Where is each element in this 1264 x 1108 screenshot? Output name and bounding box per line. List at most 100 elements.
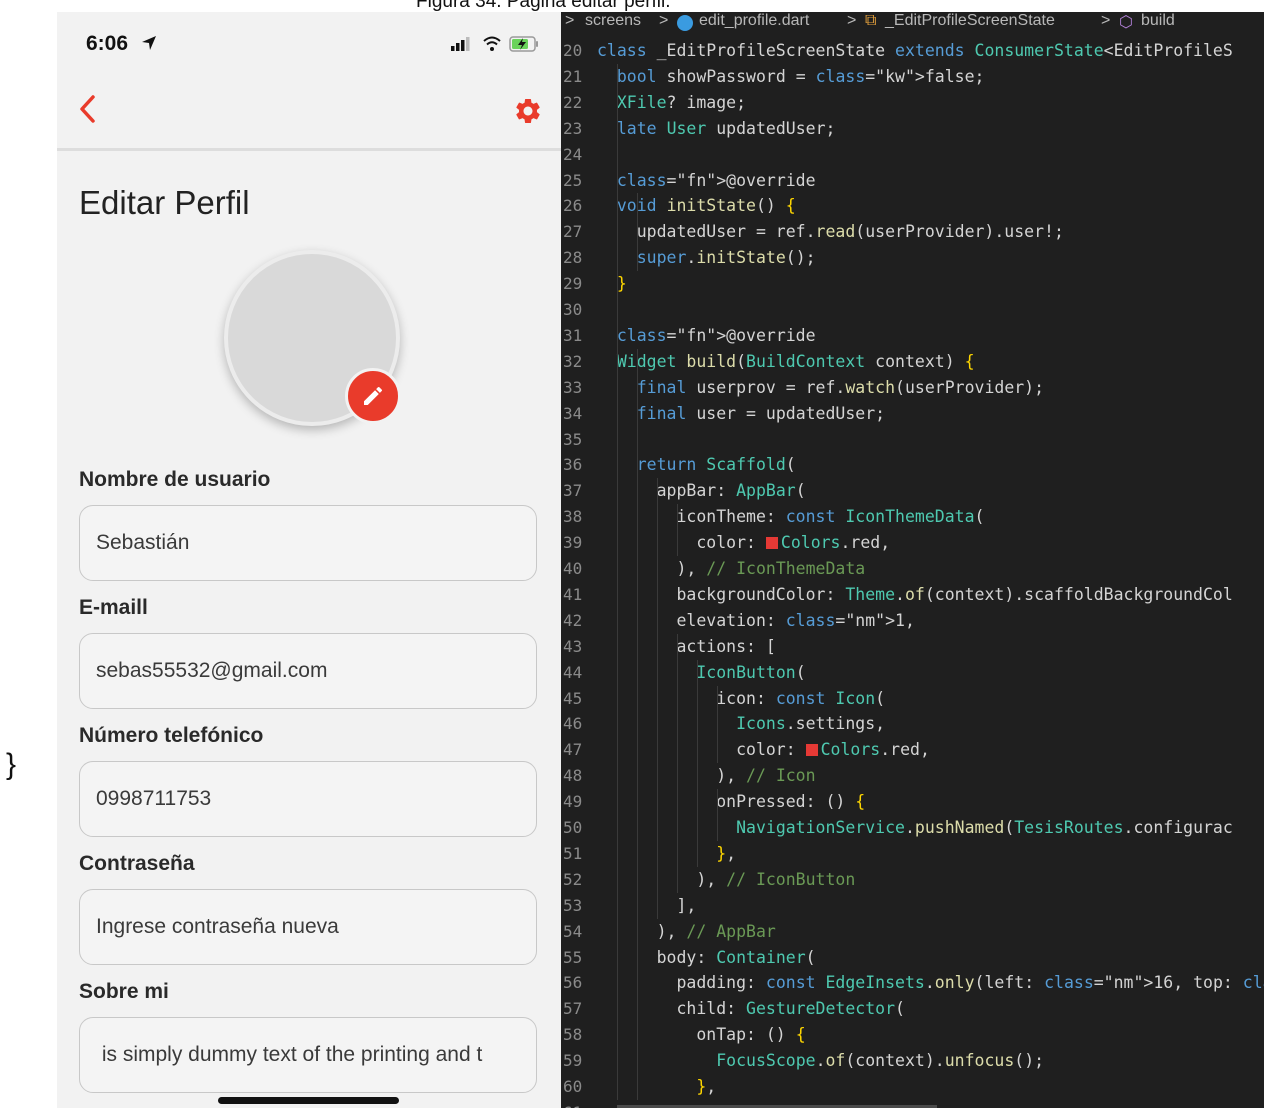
line-number: 26 [563, 196, 583, 216]
status-time: 6:06 [86, 32, 129, 55]
line-number: 40 [563, 559, 583, 578]
code-line[interactable]: class="fn">@override [597, 168, 816, 194]
indent-guide [637, 193, 638, 272]
code-line[interactable]: icon: const Icon( [597, 686, 885, 712]
code-line[interactable]: return Scaffold( [597, 452, 796, 478]
code-line[interactable]: appBar: AppBar( [597, 478, 806, 504]
line-number: 58 [563, 1025, 583, 1045]
line-number: 24 [563, 144, 583, 164]
password-field[interactable]: Ingrese contraseña nueva [79, 889, 537, 965]
line-number: 49 [563, 792, 583, 812]
method-icon: ⬡ [1119, 14, 1133, 31]
line-number: 23 [563, 118, 583, 138]
class-icon: ⧉ [865, 12, 877, 29]
code-line[interactable]: bool showPassword = class="kw">false; [597, 64, 985, 90]
code-line[interactable]: ), // AppBar [597, 919, 776, 945]
code-line[interactable]: super.initState(); [597, 245, 816, 271]
breadcrumb-item[interactable]: edit_profile.dart [699, 12, 809, 30]
code-line[interactable]: void initState() { [597, 193, 796, 219]
line-number: 20 [563, 41, 583, 60]
line-number: 45 [563, 688, 583, 708]
code-line[interactable]: body: Container( [597, 945, 816, 971]
breadcrumb-separator: > [1101, 12, 1111, 29]
line-number: 30 [563, 300, 583, 319]
home-indicator[interactable] [218, 1097, 399, 1104]
breadcrumb-item[interactable]: screens [585, 12, 641, 30]
username-value: Sebastián [96, 531, 190, 554]
line-number: 51 [563, 843, 583, 863]
phone-number-value: 0998711753 [96, 787, 212, 810]
password-placeholder: Ingrese contraseña nueva [96, 915, 339, 938]
code-line[interactable]: color: Colors.red, [597, 737, 930, 763]
line-number: 25 [563, 170, 583, 190]
email-field[interactable]: sebas55532@gmail.com [79, 633, 537, 709]
line-number: 37 [563, 481, 583, 501]
code-line[interactable]: color: Colors.red, [597, 530, 890, 556]
code-line[interactable]: }, [597, 1074, 716, 1100]
code-line[interactable]: final userprov = ref.watch(userProvider)… [597, 375, 1044, 401]
status-bar: 6:06 [57, 12, 561, 74]
code-line[interactable]: late User updatedUser; [597, 116, 836, 142]
code-line[interactable]: child: GestureDetector( [597, 996, 905, 1022]
line-number: 32 [563, 351, 583, 371]
avatar-edit-button[interactable] [345, 368, 401, 424]
phone-number-field[interactable]: 0998711753 [79, 761, 537, 837]
indent-guide [717, 789, 718, 841]
code-line[interactable]: ], [597, 893, 696, 919]
closing-brace: } [6, 748, 17, 781]
username-field[interactable]: Sebastián [79, 505, 537, 581]
code-line[interactable]: Widget build(BuildContext context) { [597, 349, 975, 375]
code-line[interactable]: ), // Icon [597, 763, 815, 789]
breadcrumb-item[interactable]: _EditProfileScreenState [885, 12, 1055, 30]
line-number: 52 [563, 869, 583, 889]
code-line[interactable]: updatedUser = ref.read(userProvider).use… [597, 219, 1064, 245]
code-line[interactable]: IconButton( [597, 660, 805, 686]
code-line[interactable]: NavigationService.pushNamed(TesisRoutes.… [597, 815, 1233, 841]
wifi-icon [483, 36, 501, 51]
breadcrumb-separator: > [659, 12, 669, 29]
line-number: 50 [563, 818, 583, 837]
code-line[interactable]: Icons.settings, [597, 711, 885, 737]
line-number: 43 [563, 636, 583, 656]
code-line[interactable]: class _EditProfileScreenState extends Co… [597, 38, 1233, 64]
code-line[interactable]: FocusScope.of(context).unfocus(); [597, 1048, 1044, 1074]
line-number: 28 [563, 248, 583, 268]
indent-guide [657, 478, 658, 919]
location-arrow-icon [142, 36, 156, 50]
code-line[interactable]: padding: const EdgeInsets.only(left: cla… [597, 970, 1264, 996]
code-line[interactable]: final user = updatedUser; [597, 401, 885, 427]
indent-guide [677, 633, 678, 893]
password-label: Contraseña [79, 852, 195, 875]
chevron-left-icon[interactable] [75, 91, 101, 127]
line-number: 54 [563, 921, 583, 941]
about-field[interactable]: is simply dummy text of the printing and… [79, 1017, 537, 1093]
line-number: 60 [563, 1077, 583, 1096]
code-line[interactable]: elevation: class="nm">1, [597, 608, 914, 634]
email-label: E-maill [79, 596, 148, 619]
code-line[interactable]: ), // IconButton [597, 867, 855, 893]
code-line[interactable]: XFile? image; [597, 90, 746, 116]
phone-label: Número telefónico [79, 724, 264, 747]
line-number: 59 [563, 1051, 583, 1071]
line-number: 39 [563, 533, 583, 553]
gear-icon[interactable] [513, 96, 543, 126]
dart-file-icon [677, 15, 693, 31]
code-line[interactable]: iconTheme: const IconThemeData( [597, 504, 984, 530]
code-line[interactable]: actions: [ [597, 634, 775, 660]
indent-guide [617, 63, 618, 1100]
line-number: 21 [563, 66, 583, 86]
breadcrumb-item[interactable]: build [1141, 12, 1175, 30]
battery-charging-icon [509, 36, 538, 52]
email-value: sebas55532@gmail.com [96, 659, 328, 682]
line-number: 36 [563, 455, 583, 475]
code-line[interactable]: class="fn">@override [597, 323, 816, 349]
indent-guide [717, 685, 718, 764]
line-number: 22 [563, 92, 583, 112]
line-number: 38 [563, 507, 583, 527]
line-number: 33 [563, 377, 583, 397]
indent-guide [697, 659, 698, 867]
code-line[interactable]: backgroundColor: Theme.of(context).scaff… [597, 582, 1232, 608]
line-number: 47 [563, 740, 583, 760]
code-line[interactable]: onTap: () { [597, 1022, 805, 1048]
code-line[interactable]: } [597, 271, 627, 297]
